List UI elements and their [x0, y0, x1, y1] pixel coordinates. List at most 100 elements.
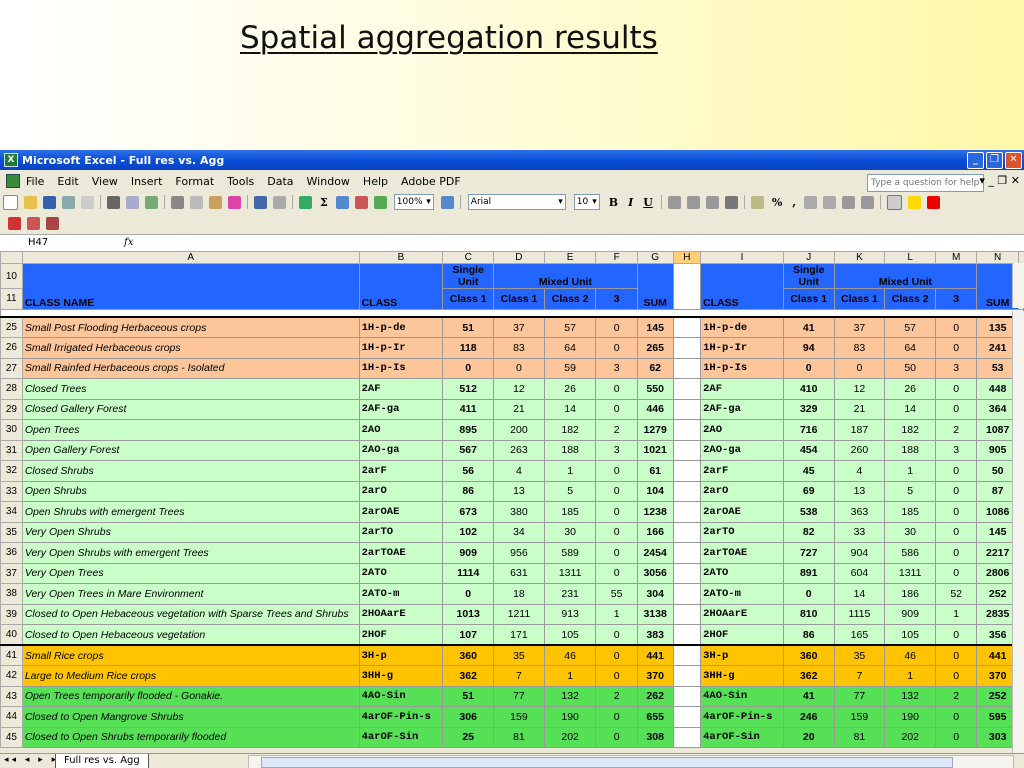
mixed-class1-cell[interactable]: 159 — [493, 706, 545, 728]
agg-mixed-class2-cell[interactable]: 586 — [884, 542, 937, 564]
copy-icon[interactable] — [190, 195, 203, 209]
row-header[interactable]: 28 — [0, 378, 23, 400]
agg-mixed-class1-cell[interactable]: 165 — [833, 624, 886, 646]
review-pdf-icon[interactable] — [46, 216, 59, 230]
agg-mixed-class3-cell[interactable]: 0 — [935, 316, 978, 338]
close-button[interactable]: ✕ — [1005, 152, 1022, 169]
single-class1-cell[interactable]: 567 — [442, 439, 495, 461]
agg-single-class1-cell[interactable]: 538 — [782, 501, 835, 523]
mixed-class1-cell[interactable]: 81 — [493, 726, 545, 748]
agg-mixed-class3-cell[interactable]: 3 — [935, 357, 978, 379]
row-header[interactable]: 44 — [0, 706, 23, 728]
class-name-cell[interactable]: Open Shrubs with emergent Trees — [21, 501, 360, 523]
select-all-corner[interactable] — [0, 251, 23, 264]
class-code-cell[interactable]: 2arOAE — [358, 501, 444, 523]
mixed-class2-cell[interactable]: 59 — [543, 357, 597, 379]
agg-single-class1-cell[interactable]: 727 — [782, 542, 835, 564]
agg-mixed-class2-cell[interactable]: 182 — [884, 419, 937, 441]
mixed-class3-cell[interactable]: 0 — [595, 316, 638, 338]
agg-single-class1-cell[interactable]: 329 — [782, 398, 835, 420]
mixed-class1-cell[interactable]: 35 — [493, 644, 545, 666]
single-class1-cell[interactable]: 0 — [442, 357, 495, 379]
agg-mixed-class1-cell[interactable]: 363 — [833, 501, 886, 523]
mixed-class1-cell[interactable]: 21 — [493, 398, 545, 420]
sum-cell[interactable]: 262 — [636, 685, 674, 707]
column-h-cell[interactable] — [672, 378, 702, 400]
agg-mixed-class2-cell[interactable]: 185 — [884, 501, 937, 523]
agg-class-code-cell[interactable]: 4arOF-Pin-s — [700, 706, 784, 728]
convert-pdf-icon[interactable] — [8, 216, 21, 230]
class-name-cell[interactable]: Open Trees — [21, 419, 360, 441]
agg-mixed-class1-cell[interactable]: 604 — [833, 562, 886, 584]
class-code-cell[interactable]: 2HOF — [358, 624, 444, 646]
menu-item-file[interactable]: File — [26, 175, 44, 188]
permission-icon[interactable] — [62, 195, 75, 209]
align-center-icon[interactable] — [686, 195, 700, 209]
mixed-class3-cell[interactable]: 3 — [595, 357, 638, 379]
agg-mixed-class2-cell[interactable]: 46 — [884, 644, 937, 666]
agg-mixed-unit-header[interactable]: Mixed Unit — [833, 263, 978, 289]
single-class1-cell[interactable]: 411 — [442, 398, 495, 420]
agg-mixed-class2-cell[interactable]: 30 — [884, 521, 937, 543]
agg-mixed-class1-cell[interactable]: 904 — [833, 542, 886, 564]
agg-single-class1-cell[interactable]: 82 — [782, 521, 835, 543]
single-class1-cell[interactable]: 56 — [442, 460, 495, 482]
row-header[interactable]: 36 — [0, 542, 23, 564]
column-header-d[interactable]: D — [493, 251, 545, 264]
mixed-class1-cell[interactable]: 956 — [493, 542, 545, 564]
agg-single-class1-cell[interactable]: 94 — [782, 337, 835, 359]
underline-button[interactable]: U — [643, 196, 653, 209]
agg-mixed-class3-cell[interactable]: 2 — [935, 685, 978, 707]
mixed-class2-cell[interactable]: 132 — [543, 685, 597, 707]
class-code-cell[interactable]: 2arTOAE — [358, 542, 444, 564]
increase-indent-icon[interactable] — [861, 195, 875, 209]
menu-item-help[interactable]: Help — [363, 175, 388, 188]
mixed-class2-cell[interactable]: 190 — [543, 706, 597, 728]
mixed-class1-cell[interactable]: 1211 — [493, 603, 545, 625]
agg-class-code-cell[interactable]: 2AF-ga — [700, 398, 784, 420]
column-header-a[interactable]: A — [21, 251, 360, 264]
menu-item-view[interactable]: View — [92, 175, 118, 188]
vertical-scrollbar[interactable] — [1012, 311, 1024, 753]
agg-mixed-class3-cell[interactable]: 0 — [935, 398, 978, 420]
agg-class-code-cell[interactable]: 2arO — [700, 480, 784, 502]
class-name-cell[interactable]: Open Gallery Forest — [21, 439, 360, 461]
column-header-j[interactable]: J — [782, 251, 835, 264]
class-code-cell[interactable]: 2AO — [358, 419, 444, 441]
agg-sub-header-class2[interactable]: Class 2 — [884, 288, 937, 310]
agg-mixed-class2-cell[interactable]: 1 — [884, 665, 937, 687]
mixed-class2-cell[interactable]: 182 — [543, 419, 597, 441]
class-name-cell[interactable]: Large to Medium Rice crops — [21, 665, 360, 687]
mixed-class2-cell[interactable]: 26 — [543, 378, 597, 400]
agg-mixed-class1-cell[interactable]: 12 — [833, 378, 886, 400]
agg-mixed-class2-cell[interactable]: 188 — [884, 439, 937, 461]
row-header[interactable]: 45 — [0, 726, 23, 748]
row-header[interactable]: 34 — [0, 501, 23, 523]
column-h-cell[interactable] — [672, 316, 702, 338]
single-class1-cell[interactable]: 51 — [442, 316, 495, 338]
column-h-cell[interactable] — [672, 357, 702, 379]
agg-mixed-class2-cell[interactable]: 26 — [884, 378, 937, 400]
agg-mixed-class3-cell[interactable]: 3 — [935, 439, 978, 461]
row-header[interactable]: 32 — [0, 460, 23, 482]
agg-mixed-class2-cell[interactable]: 202 — [884, 726, 937, 748]
paste-icon[interactable] — [209, 195, 222, 209]
class-code-cell[interactable]: 2AF — [358, 378, 444, 400]
single-class1-cell[interactable]: 86 — [442, 480, 495, 502]
single-class1-cell[interactable]: 512 — [442, 378, 495, 400]
row-header[interactable]: 11 — [0, 288, 23, 310]
row-header[interactable]: 42 — [0, 665, 23, 687]
percent-button[interactable]: % — [772, 196, 782, 209]
column-h-cell[interactable] — [672, 439, 702, 461]
agg-single-class1-cell[interactable]: 891 — [782, 562, 835, 584]
redo-icon[interactable] — [273, 195, 286, 209]
agg-mixed-class1-cell[interactable]: 260 — [833, 439, 886, 461]
top-pane-scrollbar[interactable] — [1012, 263, 1024, 308]
agg-mixed-class3-cell[interactable]: 52 — [935, 583, 978, 605]
mixed-class2-cell[interactable]: 913 — [543, 603, 597, 625]
agg-mixed-class2-cell[interactable]: 50 — [884, 357, 937, 379]
agg-mixed-class3-cell[interactable]: 0 — [935, 726, 978, 748]
class-name-cell[interactable]: Very Open Trees in Mare Environment — [21, 583, 360, 605]
column-h-cell[interactable] — [672, 419, 702, 441]
single-class1-cell[interactable]: 118 — [442, 337, 495, 359]
